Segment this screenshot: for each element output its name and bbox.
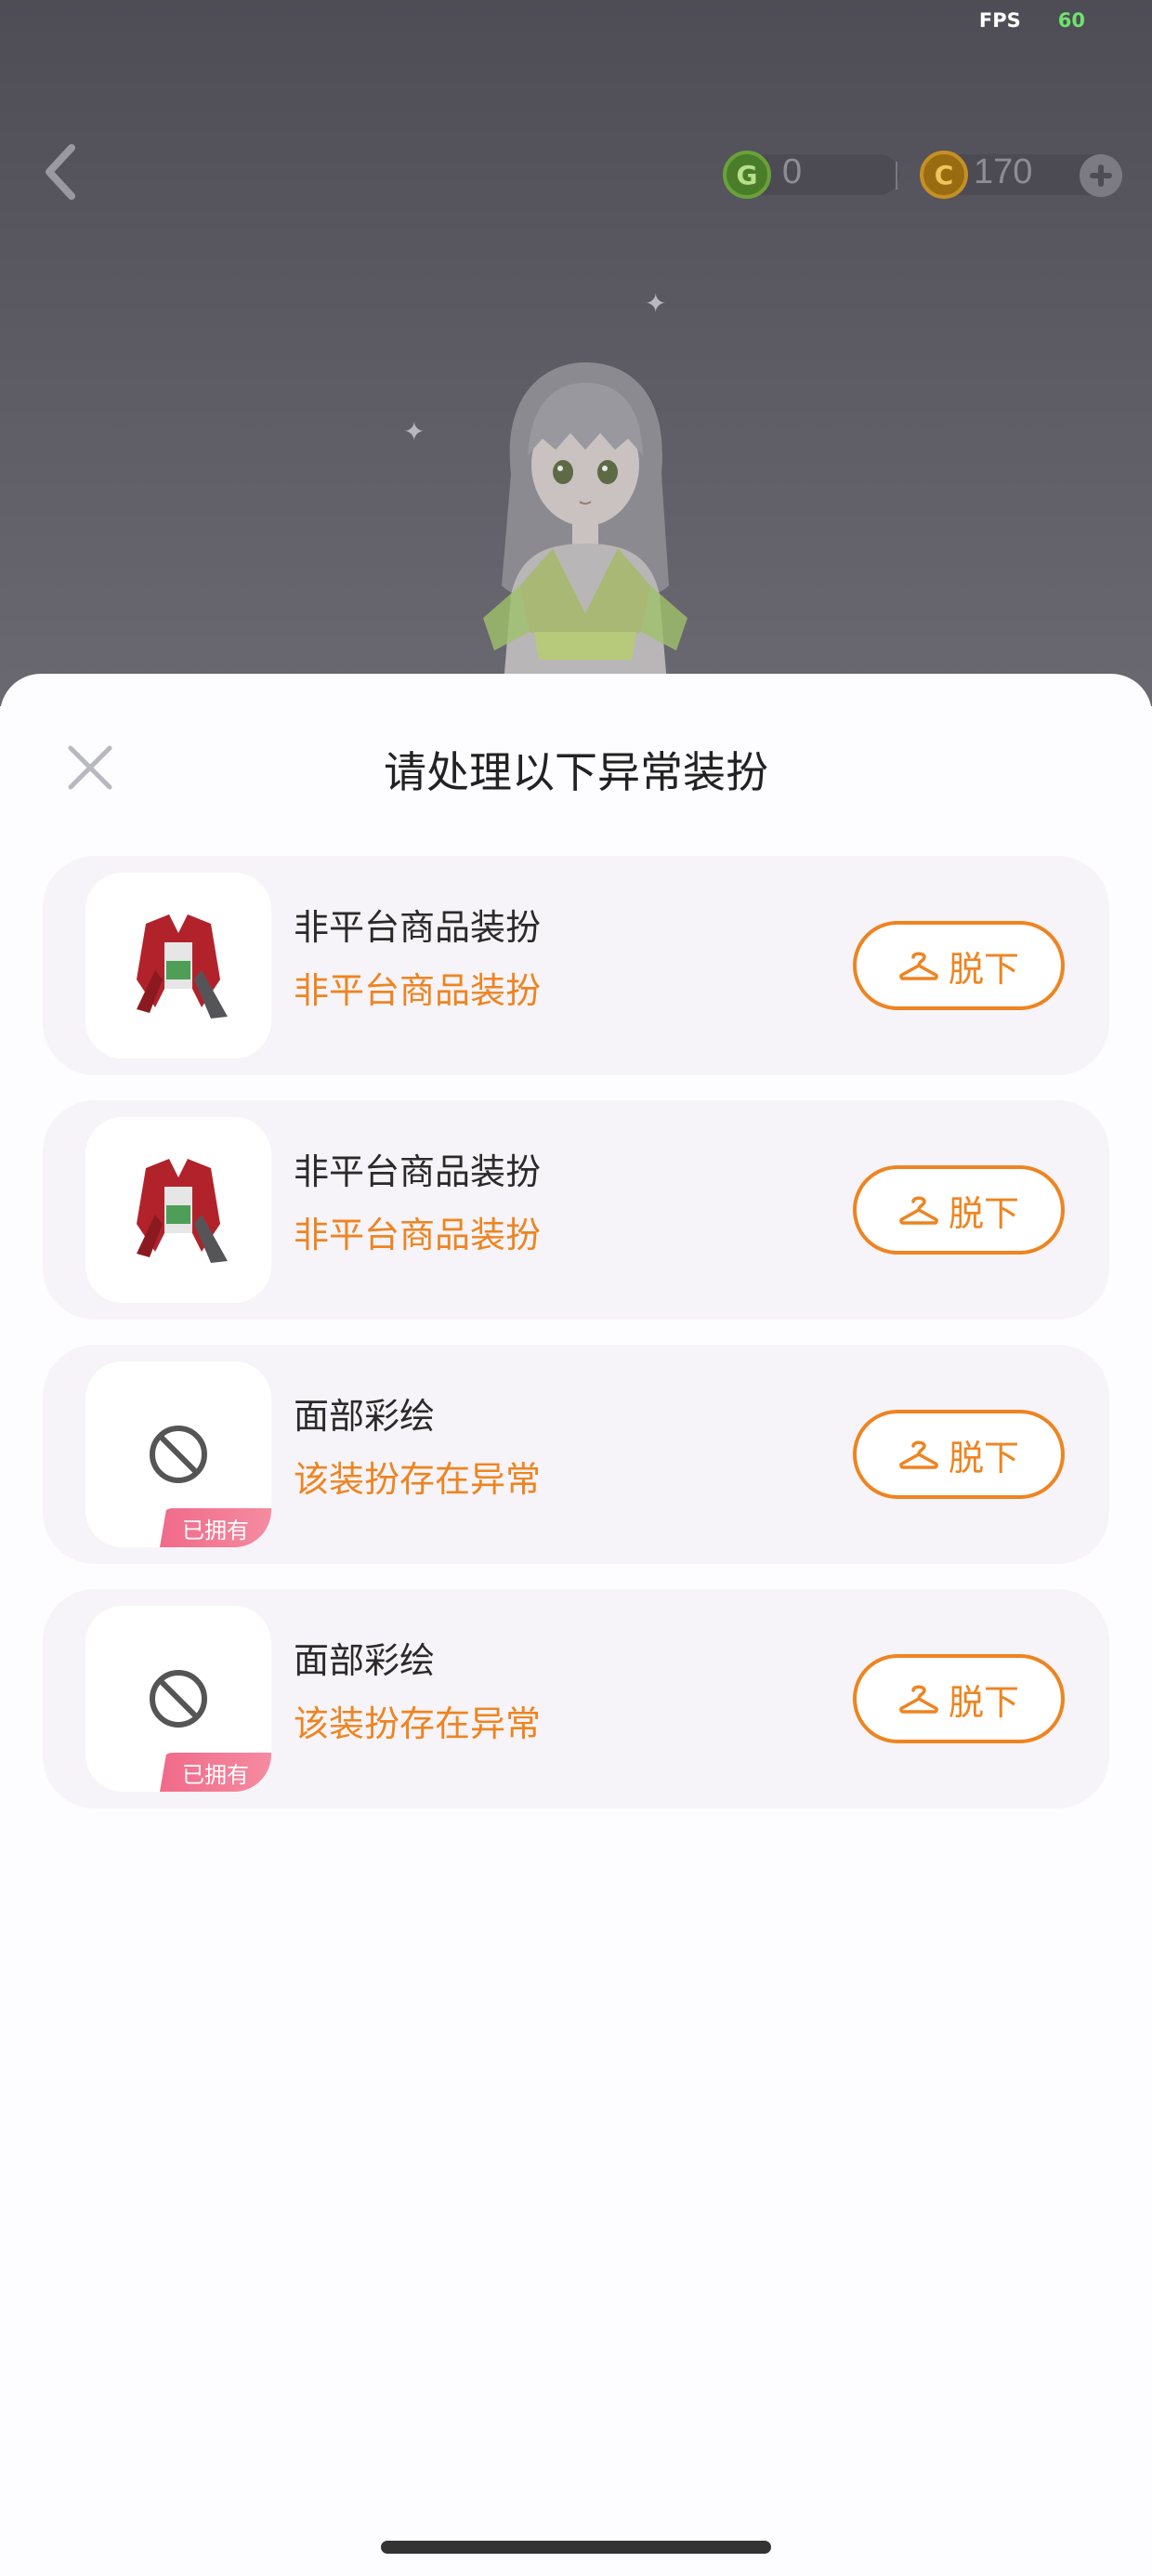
currency-divider xyxy=(896,162,897,190)
back-button[interactable] xyxy=(37,139,84,204)
avatar-character xyxy=(483,362,687,706)
outfit-image xyxy=(137,1159,228,1263)
hanger-icon xyxy=(899,1440,938,1469)
outfit-thumbnail xyxy=(85,873,271,1058)
dialog-title: 请处理以下异常装扮 xyxy=(384,747,768,797)
prohibited-icon xyxy=(150,1670,207,1728)
chevron-left-icon xyxy=(46,144,75,200)
outfit-thumbnail xyxy=(85,1117,271,1303)
hanger-icon xyxy=(899,1196,938,1225)
list-item: 已拥有 面部彩绘 该装扮存在异常 脱下 xyxy=(43,1589,1109,1808)
outfit-status: 该装扮存在异常 xyxy=(294,1703,542,1744)
green-coin-icon: G xyxy=(723,151,771,199)
owned-badge: 已拥有 xyxy=(160,1508,271,1547)
gold-currency-value: 170 xyxy=(974,152,1033,191)
take-off-label: 脱下 xyxy=(948,948,1019,990)
take-off-button[interactable]: 脱下 xyxy=(853,1165,1065,1255)
list-item: 已拥有 面部彩绘 该装扮存在异常 脱下 xyxy=(43,1345,1109,1564)
list-item: 非平台商品装扮 非平台商品装扮 脱下 xyxy=(43,856,1109,1075)
outfit-status: 非平台商品装扮 xyxy=(294,1215,542,1255)
take-off-button[interactable]: 脱下 xyxy=(853,921,1065,1010)
fps-counter: FPS 60 xyxy=(979,9,1085,32)
outfit-name: 非平台商品装扮 xyxy=(294,1151,542,1192)
outfit-thumbnail: 已拥有 xyxy=(85,1361,271,1547)
outfit-thumbnail: 已拥有 xyxy=(85,1606,271,1792)
gold-coin-icon: C xyxy=(920,151,968,199)
outfit-status: 该装扮存在异常 xyxy=(294,1459,542,1500)
outfit-name: 面部彩绘 xyxy=(294,1396,436,1437)
hanger-icon xyxy=(899,1685,938,1714)
green-currency-value: 0 xyxy=(782,152,803,191)
hanger-icon xyxy=(899,952,938,980)
home-indicator[interactable] xyxy=(381,2541,771,2554)
take-off-label: 脱下 xyxy=(948,1192,1019,1234)
prohibited-icon xyxy=(150,1426,207,1483)
plus-circle-icon xyxy=(1090,164,1112,187)
take-off-button[interactable]: 脱下 xyxy=(853,1410,1065,1499)
fps-label: FPS xyxy=(978,9,1021,32)
outfit-name: 面部彩绘 xyxy=(294,1640,436,1681)
abnormal-outfit-dialog: 请处理以下异常装扮 非平台商品装扮 非平台商品装扮 脱下 非平台商品装扮 非平台… xyxy=(0,674,1152,2576)
game-scene: FPS 60 G 0 C 170 ✦ ✦ xyxy=(0,0,1152,706)
fps-value: 60 xyxy=(1057,9,1085,32)
take-off-label: 脱下 xyxy=(948,1681,1019,1723)
take-off-label: 脱下 xyxy=(948,1437,1019,1479)
sparkle-icon: ✦ xyxy=(403,416,425,447)
currency-bar: G 0 C 170 xyxy=(723,149,1132,201)
outfit-image xyxy=(137,914,228,1019)
owned-badge: 已拥有 xyxy=(160,1753,271,1792)
list-item: 非平台商品装扮 非平台商品装扮 脱下 xyxy=(43,1100,1109,1320)
outfit-name: 非平台商品装扮 xyxy=(294,907,542,948)
sparkle-icon: ✦ xyxy=(645,288,667,319)
outfit-list: 非平台商品装扮 非平台商品装扮 脱下 非平台商品装扮 非平台商品装扮 脱下 已拥… xyxy=(43,856,1109,1833)
take-off-button[interactable]: 脱下 xyxy=(853,1654,1065,1743)
outfit-status: 非平台商品装扮 xyxy=(294,970,542,1011)
add-currency-button[interactable] xyxy=(1080,154,1122,197)
